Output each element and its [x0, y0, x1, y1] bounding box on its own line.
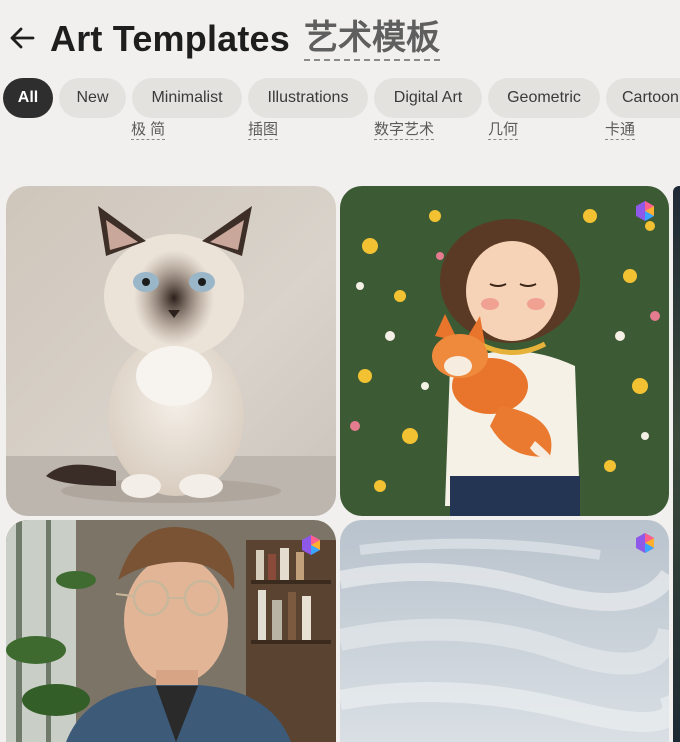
chip-minimalist-translation: 极 简 — [131, 121, 166, 140]
premium-badge-icon — [300, 534, 322, 556]
girl-with-fox-image — [340, 186, 669, 516]
category-filter-bar: All New Minimalist Illustrations Digital… — [0, 78, 680, 118]
chip-digital-art[interactable]: Digital Art — [374, 78, 482, 118]
premium-badge-icon — [634, 532, 656, 554]
chip-illustrations-translation: 插图 — [248, 121, 279, 140]
chip-digital-art-translation: 数字艺术 — [374, 121, 435, 140]
header: Art Templates 艺术模板 — [0, 14, 680, 66]
chip-minimalist[interactable]: Minimalist — [132, 78, 242, 118]
chip-cartoon-translation: 卡通 — [605, 121, 636, 140]
chip-cartoon[interactable]: Cartoon — [606, 78, 680, 118]
template-card-sky[interactable] — [340, 520, 669, 742]
back-arrow-icon[interactable] — [8, 24, 36, 52]
chip-geometric-translation: 几何 — [488, 121, 519, 140]
chip-illustrations[interactable]: Illustrations — [248, 78, 368, 118]
chip-all[interactable]: All — [3, 78, 53, 118]
page-title: Art Templates — [50, 18, 290, 59]
chip-new[interactable]: New — [59, 78, 126, 118]
chip-geometric[interactable]: Geometric — [488, 78, 600, 118]
sky-image — [340, 520, 669, 742]
page-title-translation: 艺术模板 — [304, 18, 440, 61]
template-card-man-with-glasses[interactable] — [6, 520, 336, 742]
template-card-girl-with-fox[interactable] — [340, 186, 669, 516]
man-with-glasses-image — [6, 520, 336, 742]
kitten-image — [6, 186, 336, 516]
template-card-kitten[interactable] — [6, 186, 336, 516]
next-card-edge — [673, 186, 680, 742]
premium-badge-icon — [634, 200, 656, 222]
